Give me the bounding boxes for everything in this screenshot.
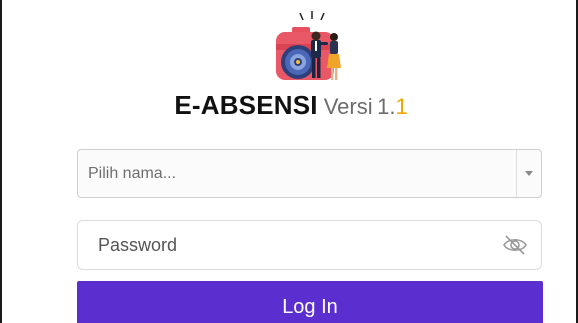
app-logo — [270, 10, 354, 86]
password-input[interactable] — [78, 233, 501, 257]
select-toggle[interactable] — [516, 150, 541, 197]
version-label: Versi — [323, 94, 373, 119]
version-major: 1. — [377, 94, 396, 119]
eye-off-icon — [503, 235, 527, 255]
name-select-placeholder: Pilih nama... — [88, 164, 177, 182]
chevron-down-icon — [525, 171, 533, 176]
name-select[interactable]: Pilih nama... — [77, 149, 542, 198]
version-minor: 1 — [395, 94, 408, 119]
password-field-wrapper — [77, 220, 542, 270]
toggle-password-visibility[interactable] — [501, 231, 529, 259]
brand-name: E-ABSENSI — [174, 90, 318, 120]
app-title: E-ABSENSI Versi 1.1 — [2, 90, 578, 121]
camera-with-people-icon — [276, 11, 341, 80]
login-page: E-ABSENSI Versi 1.1 Pilih nama... Log In — [0, 0, 578, 323]
login-button[interactable]: Log In — [77, 281, 543, 323]
